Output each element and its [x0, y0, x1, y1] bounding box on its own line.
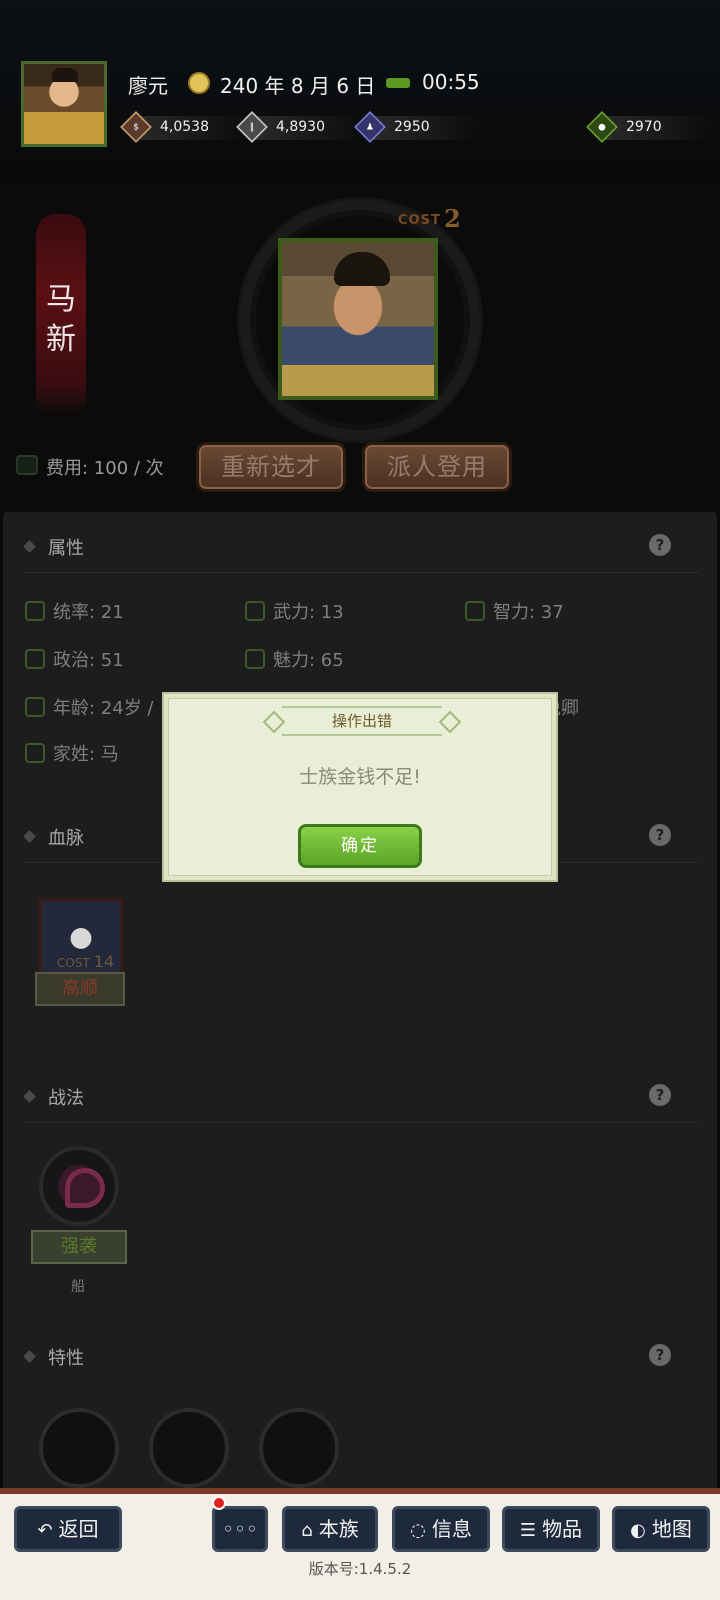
troops-icon: ♟ — [366, 121, 374, 132]
bloodline-unit-name[interactable]: 高顺 — [35, 972, 125, 1006]
traits-help-icon[interactable]: ? — [649, 1344, 671, 1366]
map-button[interactable]: ◐ 地图 — [612, 1506, 710, 1552]
skill-name[interactable]: 强袭 — [31, 1230, 127, 1264]
traits-title: 特性 — [25, 1344, 84, 1370]
divider — [23, 1122, 699, 1123]
attr-command: 统率: 21 — [25, 598, 124, 624]
clan-button[interactable]: ⌂ 本族 — [282, 1506, 378, 1552]
map-globe-icon: ◐ — [630, 1520, 646, 1541]
coin-icon: $ — [133, 121, 139, 132]
candidate-portrait[interactable] — [278, 238, 438, 400]
status-header: 廖元 240 年 8 月 6 日 00:55 $ 4,0538 ‖ 4,8930… — [0, 0, 720, 180]
attr-force: 武力: 13 — [245, 598, 344, 624]
attr-charm: 魅力: 65 — [245, 646, 344, 672]
attr-intelligence: 智力: 37 — [465, 598, 564, 624]
confirm-button[interactable]: 确定 — [298, 824, 422, 868]
attr-age: 年龄: 24岁 / — [25, 694, 153, 720]
attributes-help-icon[interactable]: ? — [649, 534, 671, 556]
player-name: 廖元 — [128, 74, 168, 98]
attributes-title: 属性 — [25, 534, 84, 560]
unit-cost: COST 14 — [57, 952, 115, 971]
recruit-fee: 费用: 100 / 次 — [46, 458, 164, 479]
politics-icon — [25, 649, 45, 669]
tactics-help-icon[interactable]: ? — [649, 1084, 671, 1106]
attr-surname: 家姓: 马 — [25, 740, 119, 766]
candidate-name-char-2: 新 — [46, 322, 76, 357]
grain-icon: ‖ — [249, 121, 255, 132]
candidate-name-char-1: 马 — [46, 282, 76, 317]
info-button[interactable]: ◌ 信息 — [392, 1506, 490, 1552]
trait-mask-icon[interactable] — [39, 1408, 119, 1488]
notification-dot — [212, 1496, 226, 1510]
more-button[interactable]: ◦◦◦ — [212, 1506, 268, 1552]
skill-assault-icon[interactable] — [39, 1146, 119, 1226]
player-avatar[interactable] — [21, 61, 107, 147]
items-icon: ☰ — [519, 1520, 537, 1541]
bloodline-help-icon[interactable]: ? — [649, 824, 671, 846]
dialog-message: 士族金钱不足! — [299, 766, 421, 788]
force-fist-icon — [245, 601, 265, 621]
trait-kneel-icon[interactable] — [259, 1408, 339, 1488]
attr-politics: 政治: 51 — [25, 646, 124, 672]
back-button[interactable]: ↶ 返回 — [14, 1506, 122, 1552]
dialog-title: 操作出错 — [282, 706, 442, 736]
chat-bubble-icon: ◌ — [410, 1520, 426, 1541]
clan-icon: ⌂ — [301, 1520, 313, 1541]
reselect-button[interactable]: 重新选才 — [196, 442, 346, 492]
details-panel: 属性 ? 统率: 21 武力: 13 智力: 37 政治: 51 魅力: 65 … — [3, 512, 717, 1492]
money-bag-icon: ● — [598, 121, 606, 132]
skill-subtitle: 船 — [71, 1279, 85, 1295]
tactics-title: 战法 — [25, 1084, 84, 1110]
trait-runner-icon[interactable] — [149, 1408, 229, 1488]
back-arrow-icon: ↶ — [37, 1520, 53, 1541]
divider — [23, 572, 699, 573]
speed-horse-icon[interactable] — [386, 78, 410, 88]
intelligence-brain-icon — [465, 601, 485, 621]
error-dialog: 操作出错 士族金钱不足! 确定 — [162, 692, 558, 882]
surname-icon — [25, 743, 45, 763]
items-button[interactable]: ☰ 物品 — [502, 1506, 600, 1552]
charm-eye-icon — [245, 649, 265, 669]
game-time: 00:55 — [422, 70, 480, 94]
age-icon — [25, 697, 45, 717]
cost-label: COST — [398, 213, 441, 228]
game-date: 240 年 8 月 6 日 — [220, 74, 376, 98]
calendar-icon — [188, 72, 210, 94]
fee-icon — [16, 455, 38, 475]
bottom-nav-bar: ↶ 返回 ◦◦◦ ⌂ 本族 ◌ 信息 ☰ 物品 ◐ 地图 — [0, 1488, 720, 1600]
cost-value: 2 — [444, 204, 461, 233]
dispatch-button[interactable]: 派人登用 — [362, 442, 512, 492]
bloodline-title: 血脉 — [25, 824, 84, 850]
candidate-name-banner: 马 新 — [36, 214, 86, 414]
command-flag-icon — [25, 601, 45, 621]
version-label: 版本号:1.4.5.2 — [308, 1560, 412, 1578]
